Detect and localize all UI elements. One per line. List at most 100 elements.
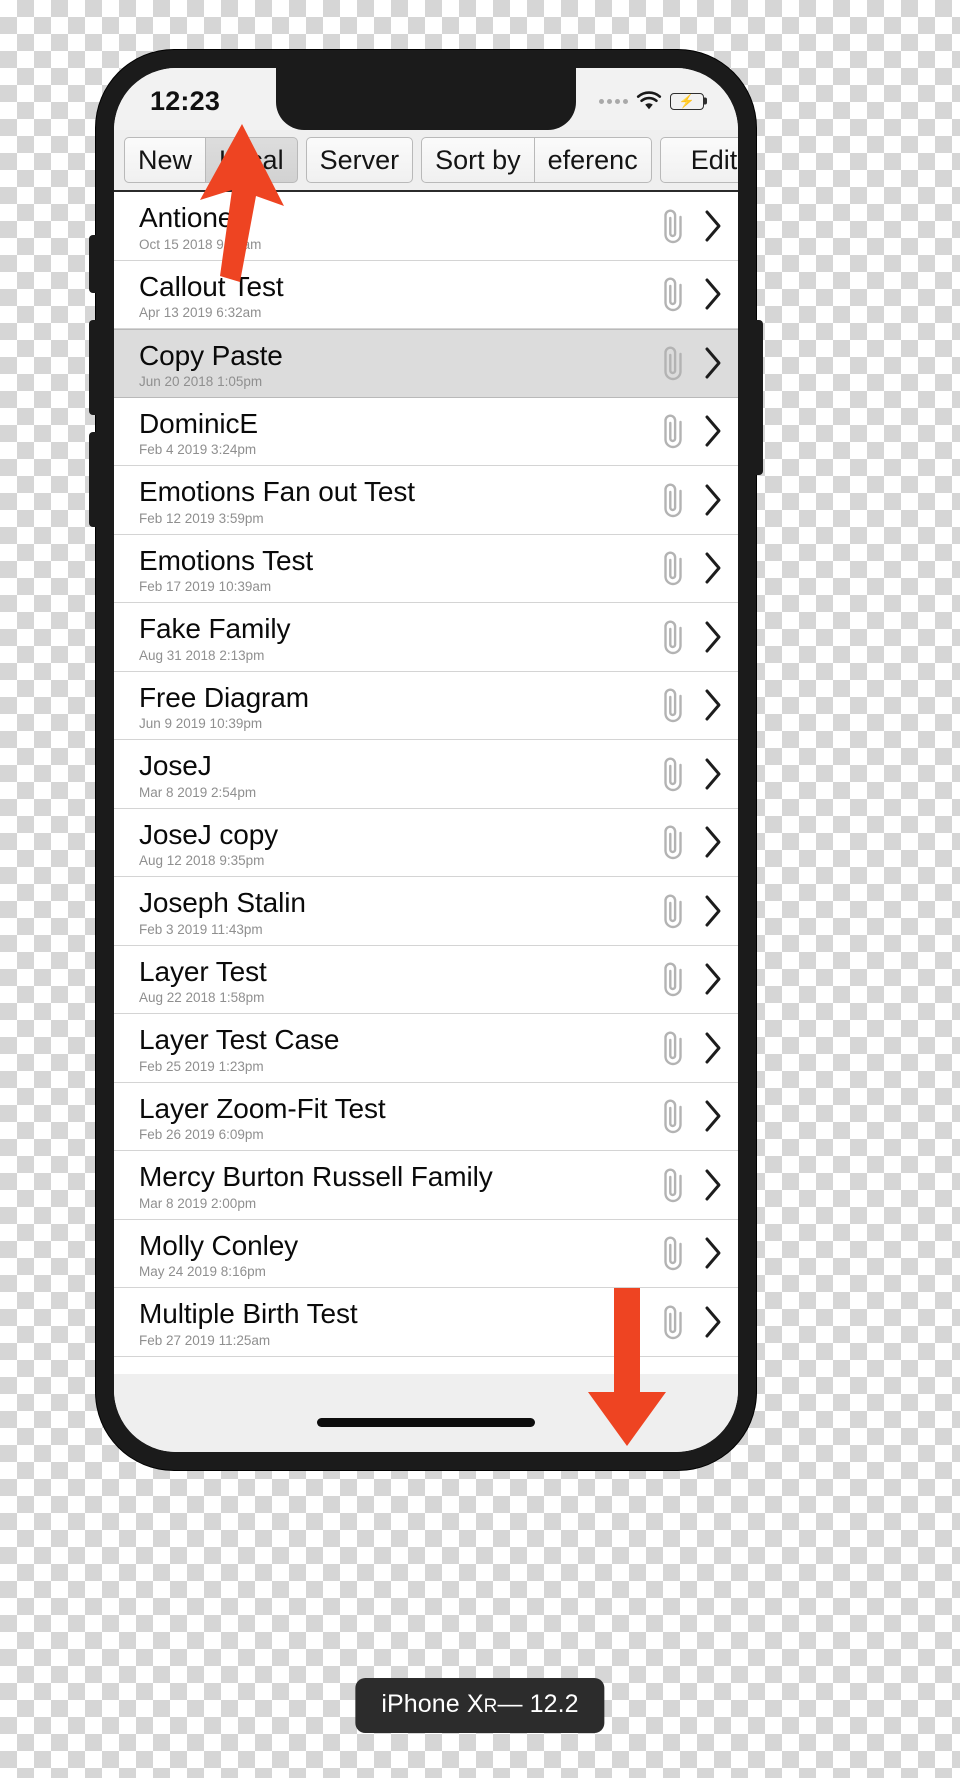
paperclip-icon[interactable]	[658, 207, 688, 245]
paperclip-icon[interactable]	[658, 1097, 688, 1135]
list-item[interactable]: Mercy Burton Russell Family Mar 8 2019 2:…	[114, 1151, 738, 1220]
list-item-title: Mercy Burton Russell Family	[139, 1161, 493, 1193]
list-item[interactable]: DominicE Feb 4 2019 3:24pm	[114, 397, 738, 466]
list-item[interactable]: Layer Test Case Feb 25 2019 1:23pm	[114, 1014, 738, 1083]
chevron-right-icon[interactable]	[702, 209, 724, 243]
list-item-date: Aug 12 2018 9:35pm	[139, 853, 265, 869]
caption-model-sub: R	[483, 1696, 498, 1717]
list-item-accessories	[658, 686, 738, 724]
list-item-date: Apr 13 2019 6:32am	[139, 305, 262, 321]
list-item-accessories	[658, 1097, 738, 1135]
server-button[interactable]: Server	[305, 137, 414, 183]
chevron-right-icon[interactable]	[702, 962, 724, 996]
paperclip-icon[interactable]	[658, 412, 688, 450]
chevron-right-icon[interactable]	[702, 1236, 724, 1270]
list-item-text: DominicE Feb 4 2019 3:24pm	[139, 406, 658, 457]
caption-suffix: — 12.2	[497, 1690, 579, 1718]
paperclip-icon[interactable]	[658, 755, 688, 793]
list-item-accessories	[658, 1234, 738, 1272]
list-item-accessories	[658, 207, 738, 245]
paperclip-icon[interactable]	[658, 823, 688, 861]
reference-button[interactable]: eferenc	[534, 137, 652, 183]
list-item-text: Emotions Test Feb 17 2019 10:39am	[139, 543, 658, 594]
list-item-accessories	[658, 823, 738, 861]
list-item-date: Aug 22 2018 1:58pm	[139, 990, 265, 1006]
chevron-right-icon[interactable]	[702, 414, 724, 448]
power-button[interactable]	[755, 320, 763, 475]
list-item-text: Copy Paste Jun 20 2018 1:05pm	[139, 338, 658, 389]
chevron-right-icon[interactable]	[702, 1305, 724, 1339]
list-item[interactable]: Emotions Test Feb 17 2019 10:39am	[114, 534, 738, 603]
list-item[interactable]: Copy Paste Jun 20 2018 1:05pm	[114, 329, 738, 398]
new-button[interactable]: New	[124, 137, 207, 183]
paperclip-icon[interactable]	[658, 618, 688, 656]
list-item-text: JoseJ Mar 8 2019 2:54pm	[139, 748, 658, 799]
chevron-right-icon[interactable]	[702, 620, 724, 654]
paperclip-icon[interactable]	[658, 1166, 688, 1204]
chevron-right-icon[interactable]	[702, 894, 724, 928]
mute-switch[interactable]	[89, 235, 97, 293]
chevron-right-icon[interactable]	[702, 551, 724, 585]
toolbar-group-edit: Edit	[659, 137, 738, 183]
signal-dots-icon	[599, 98, 628, 104]
paperclip-icon[interactable]	[658, 1029, 688, 1067]
home-indicator[interactable]	[317, 1417, 535, 1427]
list-item-date: Feb 12 2019 3:59pm	[139, 510, 264, 526]
paperclip-icon[interactable]	[658, 686, 688, 724]
list-item-date: Feb 4 2019 3:24pm	[139, 442, 257, 458]
list-item-date: Feb 27 2019 11:25am	[139, 1332, 271, 1348]
list-item-date: Mar 8 2019 2:00pm	[139, 1195, 257, 1211]
list-item-accessories	[658, 960, 738, 998]
device-caption: iPhone XR — 12.2	[355, 1678, 605, 1733]
notch	[276, 68, 576, 130]
list-item[interactable]: JoseJ Mar 8 2019 2:54pm	[114, 740, 738, 809]
list-item[interactable]: Fake Family Aug 31 2018 2:13pm	[114, 603, 738, 672]
chevron-right-icon[interactable]	[702, 346, 724, 380]
list-item-text: Fake Family Aug 31 2018 2:13pm	[139, 611, 658, 662]
list-item-text: Joseph Stalin Feb 3 2019 11:43pm	[139, 885, 658, 936]
caption-prefix: iPhone X	[381, 1690, 484, 1718]
list-item[interactable]: Molly Conley May 24 2019 8:16pm	[114, 1219, 738, 1288]
list-item[interactable]: Emotions Fan out Test Feb 12 2019 3:59pm	[114, 466, 738, 535]
list-item-accessories	[658, 344, 738, 382]
paperclip-icon[interactable]	[658, 892, 688, 930]
chevron-right-icon[interactable]	[702, 483, 724, 517]
list-item[interactable]: Layer Zoom-Fit Test Feb 26 2019 6:09pm	[114, 1082, 738, 1151]
chevron-right-icon[interactable]	[702, 277, 724, 311]
list-item-title: Layer Test	[139, 955, 267, 987]
paperclip-icon[interactable]	[658, 960, 688, 998]
paperclip-icon[interactable]	[658, 275, 688, 313]
edit-button[interactable]: Edit	[659, 137, 738, 183]
sort-by-button[interactable]: Sort by	[421, 137, 535, 183]
paperclip-icon[interactable]	[658, 344, 688, 382]
phone-frame: 12:23 ⚡ New Server Sort by eferenc Edit …	[89, 50, 763, 1470]
chevron-right-icon[interactable]	[702, 1099, 724, 1133]
chevron-right-icon[interactable]	[702, 1168, 724, 1202]
list-item-title: Joseph Stalin	[139, 887, 306, 919]
paperclip-icon[interactable]	[658, 549, 688, 587]
list-item-date: Jun 20 2018 1:05pm	[139, 374, 263, 390]
volume-up-button[interactable]	[89, 320, 97, 415]
list-item[interactable]: Joseph Stalin Feb 3 2019 11:43pm	[114, 877, 738, 946]
document-list[interactable]: AntioneF Oct 15 2018 9:34am Callout Test A…	[114, 192, 738, 1374]
list-item-title: Fake Family	[139, 613, 291, 645]
list-item-title: JoseJ	[139, 750, 212, 782]
list-item[interactable]: Free Diagram Jun 9 2019 10:39pm	[114, 671, 738, 740]
list-item-title: Layer Zoom-Fit Test	[139, 1092, 386, 1124]
volume-down-button[interactable]	[89, 432, 97, 527]
list-item-text: Free Diagram Jun 9 2019 10:39pm	[139, 680, 658, 731]
paperclip-icon[interactable]	[658, 481, 688, 519]
list-item-date: Feb 3 2019 11:43pm	[139, 921, 263, 937]
list-item[interactable]: Layer Test Aug 22 2018 1:58pm	[114, 945, 738, 1014]
wifi-icon	[636, 91, 662, 111]
list-item-accessories	[658, 618, 738, 656]
list-item-title: Multiple Birth Test	[139, 1298, 358, 1330]
chevron-right-icon[interactable]	[702, 688, 724, 722]
chevron-right-icon[interactable]	[702, 1031, 724, 1065]
chevron-right-icon[interactable]	[702, 825, 724, 859]
list-item-accessories	[658, 412, 738, 450]
paperclip-icon[interactable]	[658, 1234, 688, 1272]
chevron-right-icon[interactable]	[702, 757, 724, 791]
list-item-title: Layer Test Case	[139, 1024, 340, 1056]
list-item[interactable]: JoseJ copy Aug 12 2018 9:35pm	[114, 808, 738, 877]
